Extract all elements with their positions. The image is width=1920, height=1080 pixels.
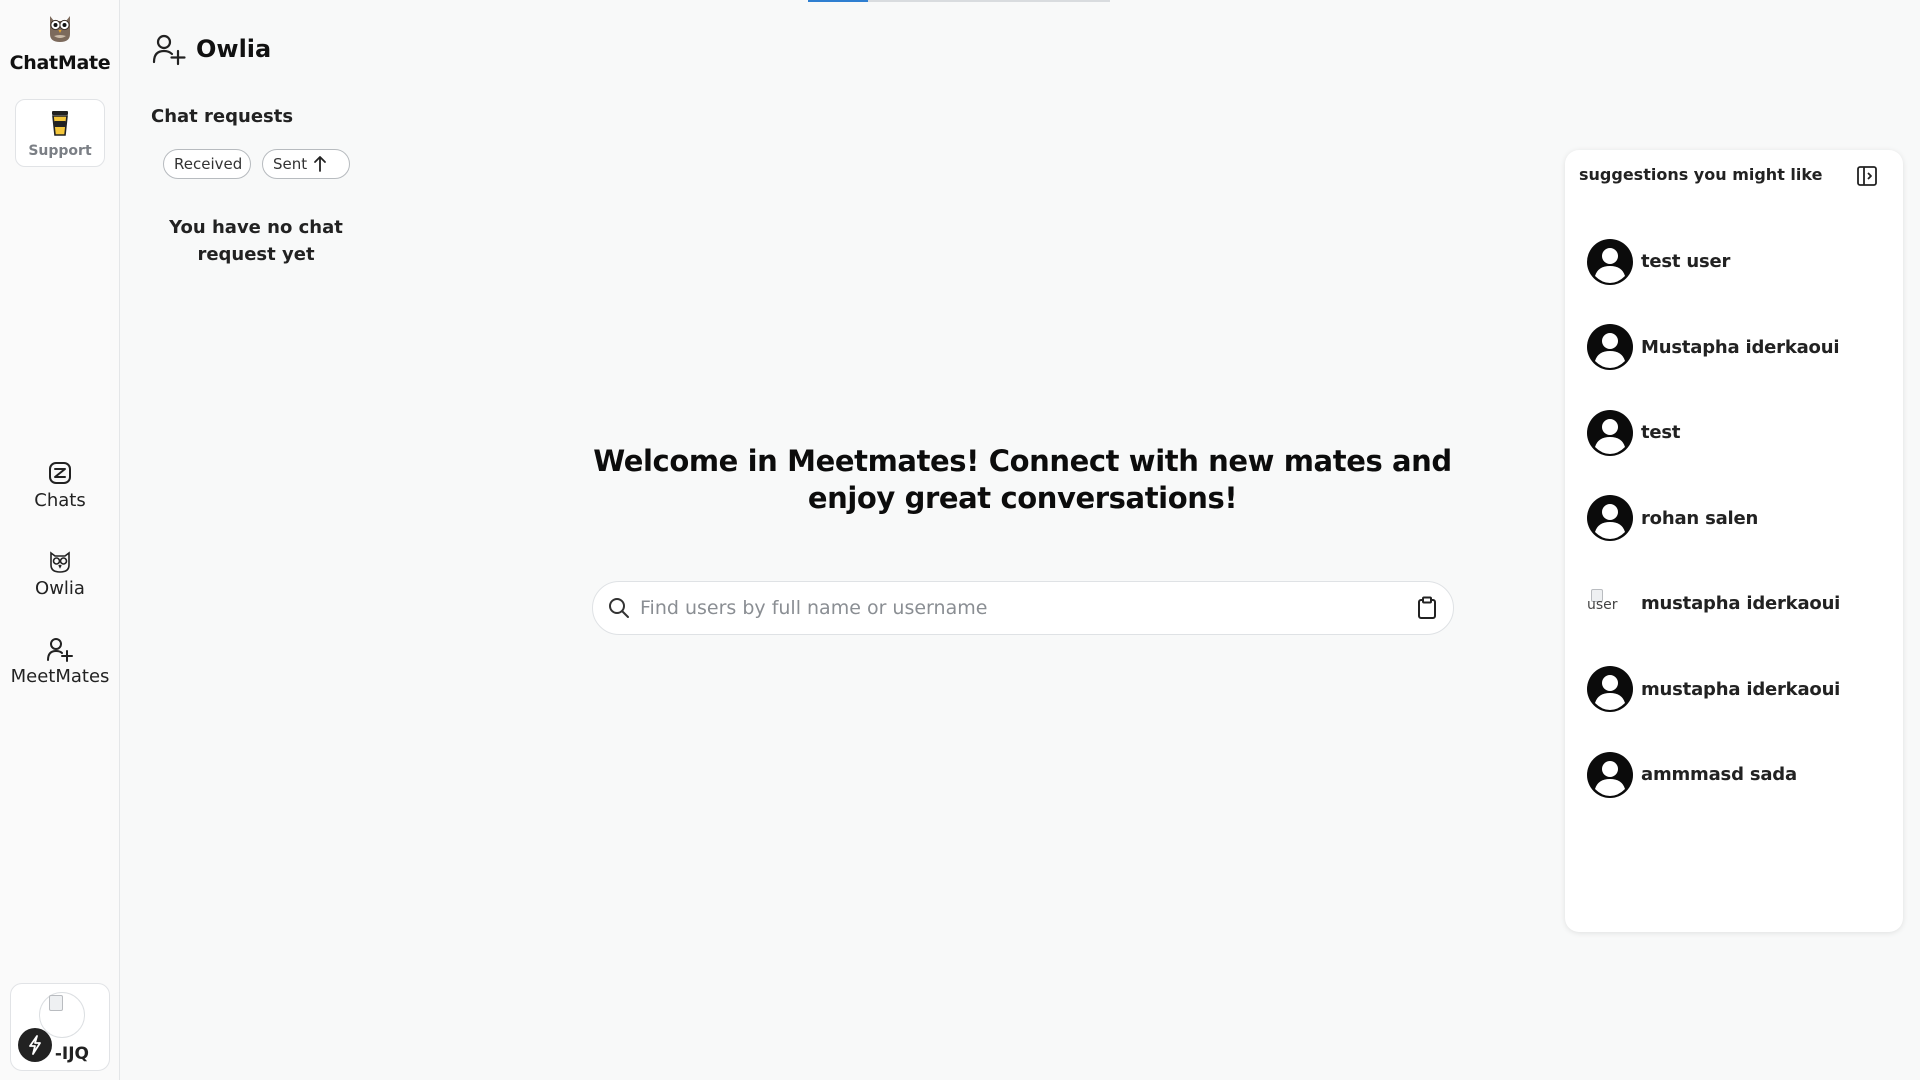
tab-sent-label: Sent (273, 155, 308, 173)
suggestion-item[interactable]: Mustapha iderkaoui (1587, 305, 1887, 391)
nav-chats[interactable]: Chats (0, 460, 120, 511)
page-header: Owlia (152, 32, 271, 66)
tab-sent[interactable]: Sent (262, 149, 350, 179)
default-avatar-icon (1587, 238, 1633, 285)
suggestion-item[interactable]: test (1587, 390, 1887, 476)
avatar-alt-text: user (1587, 596, 1618, 613)
suggestion-name: ammmasd sada (1641, 764, 1797, 786)
sidebar: ChatMate Support Chats Owlia MeetMates -… (0, 0, 120, 1080)
chat-requests-title: Chat requests (151, 106, 294, 127)
nav-meetmates[interactable]: MeetMates (0, 636, 120, 687)
suggestion-name: mustapha iderkaoui (1641, 593, 1841, 615)
support-label: Support (28, 143, 92, 159)
suggestion-name: test (1641, 422, 1681, 444)
suggestion-name: test user (1641, 251, 1731, 273)
search-input[interactable] (640, 597, 1417, 619)
suggestion-item[interactable]: mustapha iderkaoui (1587, 647, 1887, 733)
lightning-bolt-icon (29, 1035, 41, 1055)
brand-name: ChatMate (9, 52, 111, 74)
coffee-cup-icon (52, 111, 68, 136)
welcome-heading: Welcome in Meetmates! Connect with new m… (593, 444, 1452, 515)
owl-icon (50, 551, 70, 573)
default-avatar-icon (1587, 666, 1633, 713)
nav-label-meetmates: MeetMates (10, 666, 110, 687)
default-avatar-icon (1587, 409, 1633, 456)
search-icon (609, 598, 629, 618)
default-avatar-icon (1587, 751, 1633, 798)
suggestion-item[interactable]: ammmasd sada (1587, 732, 1887, 818)
suggestion-item[interactable]: user mustapha iderkaoui (1587, 561, 1887, 647)
chats-icon (49, 462, 71, 484)
suggestions-title: suggestions you might like (1579, 165, 1823, 184)
empty-requests-message: You have no chat request yet (169, 217, 343, 265)
clipboard-icon[interactable] (1417, 596, 1437, 620)
suggestions-panel: suggestions you might like test user Must… (1565, 150, 1903, 932)
arrow-up-icon (314, 156, 327, 172)
owl-logo-icon (50, 16, 70, 42)
loading-bar-progress (808, 0, 869, 2)
default-avatar-icon (1587, 324, 1633, 371)
suggestion-item[interactable]: test user (1587, 219, 1887, 305)
brand[interactable]: ChatMate (0, 10, 120, 74)
quick-action-button[interactable] (18, 1028, 52, 1062)
suggestion-name: rohan salen (1641, 507, 1759, 529)
nav-label-chats: Chats (34, 490, 86, 511)
tab-received[interactable]: Received (163, 149, 251, 179)
suggestion-name: Mustapha iderkaoui (1641, 336, 1840, 358)
support-button[interactable]: Support (15, 99, 105, 167)
nav-owlia[interactable]: Owlia (0, 548, 120, 599)
suggestion-name: mustapha iderkaoui (1641, 678, 1841, 700)
loading-bar-track (808, 0, 1110, 2)
user-search-bar (592, 581, 1454, 635)
suggestion-item[interactable]: rohan salen (1587, 476, 1887, 562)
add-user-icon (152, 34, 186, 66)
suggestions-list: test user Mustapha iderkaoui test rohan sal… (1587, 219, 1887, 818)
tab-received-label: Received (174, 155, 243, 173)
default-avatar-icon (1587, 495, 1633, 542)
add-user-icon (47, 638, 73, 662)
nav-label-owlia: Owlia (35, 578, 85, 599)
profile-username: -IJQ (54, 1044, 89, 1064)
broken-image-icon (49, 995, 63, 1011)
user-avatar: user (1587, 581, 1633, 627)
page-title: Owlia (196, 35, 272, 63)
collapse-panel-icon[interactable] (1856, 165, 1878, 187)
